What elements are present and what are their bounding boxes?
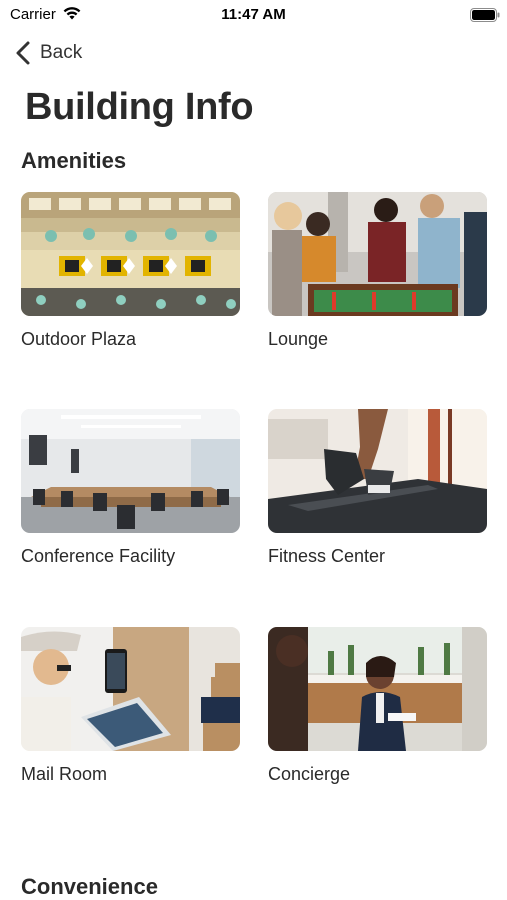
amenity-card-fitness-center[interactable]: Fitness Center <box>268 409 487 567</box>
page-title: Building Info <box>25 86 254 128</box>
mail-room-image <box>21 627 240 751</box>
amenity-label: Lounge <box>268 329 329 349</box>
conference-facility-image <box>21 409 240 533</box>
amenity-label: Mail Room <box>21 764 108 784</box>
amenity-label: Fitness Center <box>268 546 386 566</box>
section-title-convenience: Convenience <box>21 874 158 899</box>
amenity-card-concierge[interactable]: Concierge <box>268 627 487 785</box>
back-label: Back <box>40 42 83 63</box>
status-bar: Carrier 11:47 AM <box>0 0 507 30</box>
back-button[interactable]: Back <box>14 38 82 68</box>
outdoor-plaza-image <box>21 192 240 316</box>
amenity-label: Concierge <box>268 764 351 784</box>
concierge-image <box>268 627 487 751</box>
chevron-left-icon <box>16 41 30 65</box>
lounge-image <box>268 192 487 316</box>
battery-icon <box>470 8 500 22</box>
amenity-card-conference-facility[interactable]: Conference Facility <box>21 409 240 567</box>
amenity-label: Outdoor Plaza <box>21 329 137 349</box>
section-title-amenities: Amenities <box>21 148 127 173</box>
amenity-label: Conference Facility <box>21 546 176 566</box>
amenity-card-lounge[interactable]: Lounge <box>268 192 487 350</box>
status-time: 11:47 AM <box>221 6 286 23</box>
fitness-center-image <box>268 409 487 533</box>
amenity-card-mail-room[interactable]: Mail Room <box>21 627 240 785</box>
amenity-card-outdoor-plaza[interactable]: Outdoor Plaza <box>21 192 240 350</box>
